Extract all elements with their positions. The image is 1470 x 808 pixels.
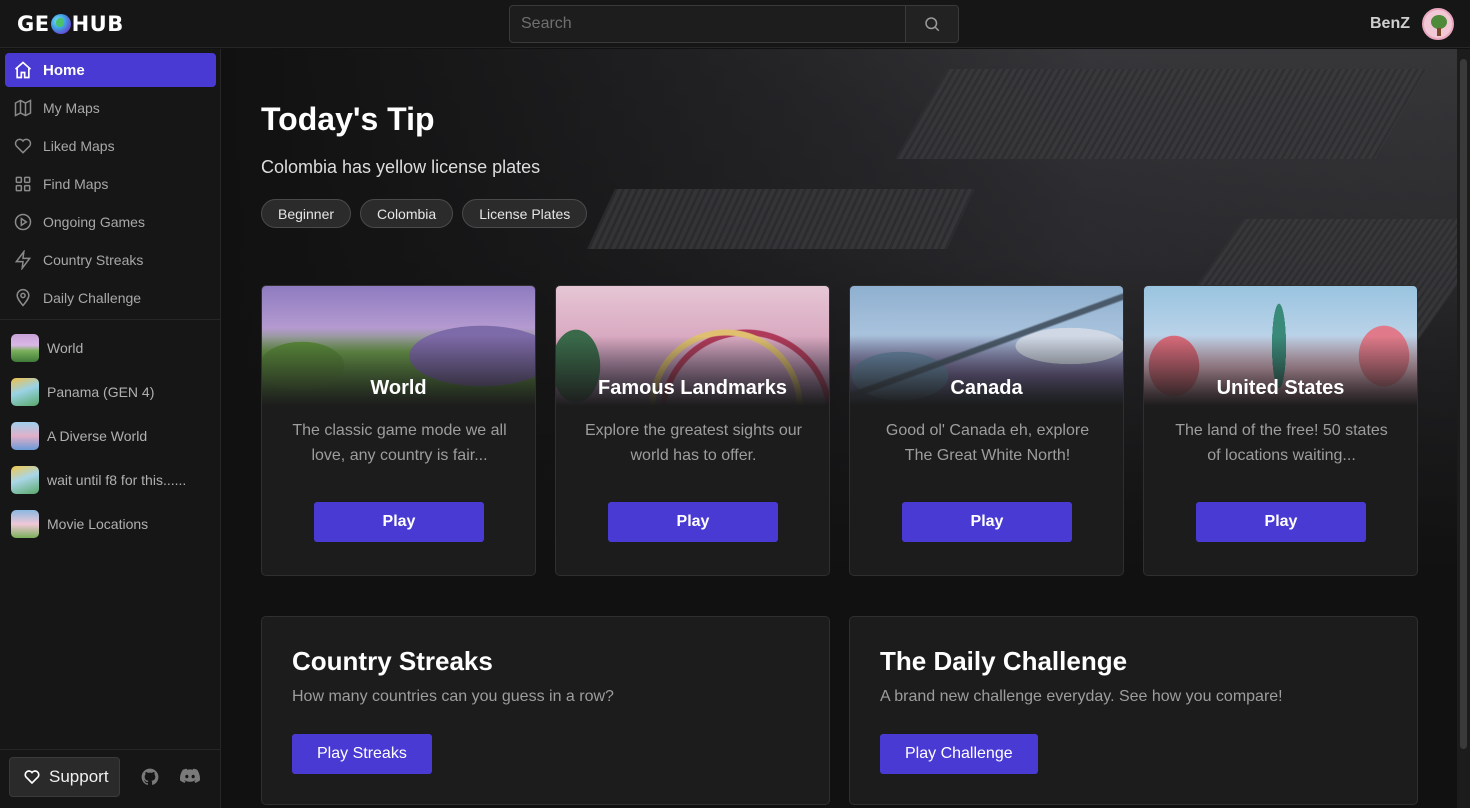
- card-title: Canada: [950, 377, 1023, 399]
- map-thumbnail: [11, 466, 39, 494]
- map-thumbnail: [11, 334, 39, 362]
- globe-icon: [50, 14, 71, 34]
- play-circle-icon: [14, 213, 32, 231]
- daily-challenge-panel: The Daily Challenge A brand new challeng…: [849, 616, 1418, 805]
- search-button[interactable]: [905, 6, 958, 42]
- panel-text: How many countries can you guess in a ro…: [292, 688, 614, 705]
- scrollbar-thumb[interactable]: [1460, 59, 1467, 749]
- map-thumbnail: [11, 510, 39, 538]
- play-challenge-button[interactable]: Play Challenge: [880, 734, 1038, 774]
- sidebar-item-label: Find Maps: [43, 176, 109, 192]
- sidebar-item-liked-maps[interactable]: Liked Maps: [5, 129, 216, 163]
- play-button[interactable]: Play: [608, 502, 778, 542]
- user-menu[interactable]: BenZ: [1370, 8, 1454, 40]
- card-description: The classic game mode we all love, any c…: [292, 422, 507, 464]
- sidebar-map-movie-locations[interactable]: Movie Locations: [11, 509, 216, 539]
- panel-title: Country Streaks: [292, 646, 493, 676]
- github-link[interactable]: [138, 765, 162, 789]
- sidebar-divider: [0, 319, 220, 320]
- logo-text-left: GE: [17, 12, 50, 36]
- sidebar-item-find-maps[interactable]: Find Maps: [5, 167, 216, 201]
- main-content: Today's Tip Colombia has yellow license …: [221, 49, 1457, 808]
- play-button[interactable]: Play: [1196, 502, 1366, 542]
- panel-title: The Daily Challenge: [880, 646, 1128, 676]
- card-description: Good ol' Canada eh, explore The Great Wh…: [885, 422, 1090, 464]
- support-label: Support: [49, 767, 109, 786]
- lightning-icon: [14, 250, 32, 270]
- sidebar-item-label: Daily Challenge: [43, 290, 142, 306]
- tip-title: Today's Tip: [261, 101, 435, 137]
- search-bar: [509, 5, 959, 43]
- map-label: Panama (GEN 4): [47, 384, 155, 400]
- map-thumbnail: [11, 378, 39, 406]
- sidebar-item-daily-challenge[interactable]: Daily Challenge: [5, 281, 216, 315]
- sidebar-bottom-divider: [0, 749, 220, 750]
- heart-icon: [24, 770, 40, 785]
- tag-beginner[interactable]: Beginner: [261, 199, 352, 228]
- game-card-famous-landmarks: Famous Landmarks Explore the greatest si…: [555, 285, 830, 576]
- sidebar-item-label: My Maps: [43, 100, 100, 116]
- search-icon: [925, 17, 940, 32]
- sidebar-map-panama[interactable]: Panama (GEN 4): [11, 377, 216, 407]
- sidebar-item-label: Ongoing Games: [43, 214, 145, 230]
- user-name: BenZ: [1370, 15, 1410, 32]
- sidebar: Home My Maps Liked Maps Find Maps Ongoin…: [0, 49, 221, 808]
- map-icon: [14, 99, 32, 117]
- tag-license-plates[interactable]: License Plates: [462, 199, 588, 228]
- roof-shape: [587, 189, 975, 249]
- geohub-logo[interactable]: GE HUB: [17, 10, 124, 38]
- tag-colombia[interactable]: Colombia: [360, 199, 454, 228]
- map-label: Movie Locations: [47, 516, 149, 532]
- sidebar-item-label: Liked Maps: [43, 138, 115, 154]
- map-thumbnail: [11, 422, 39, 450]
- search-input[interactable]: [510, 6, 905, 42]
- sidebar-map-wait-until-f8[interactable]: wait until f8 for this......: [11, 465, 216, 495]
- sidebar-item-ongoing-games[interactable]: Ongoing Games: [5, 205, 216, 239]
- country-streaks-panel: Country Streaks How many countries can y…: [261, 616, 830, 805]
- discord-link[interactable]: [178, 765, 202, 789]
- github-icon: [141, 768, 159, 785]
- game-card-world: World The classic game mode we all love,…: [261, 285, 536, 576]
- card-description: Explore the greatest sights our world ha…: [584, 422, 802, 464]
- map-label: wait until f8 for this......: [47, 472, 187, 488]
- sidebar-item-label: Home: [43, 61, 85, 79]
- tip-tags: Beginner Colombia License Plates: [261, 199, 588, 228]
- page-scrollbar[interactable]: [1457, 49, 1470, 808]
- card-title: World: [370, 377, 427, 399]
- card-description: The land of the free! 50 states of locat…: [1175, 422, 1388, 464]
- game-card-canada: Canada Good ol' Canada eh, explore The G…: [849, 285, 1124, 576]
- card-title: Famous Landmarks: [598, 377, 787, 399]
- sidebar-item-home[interactable]: Home: [5, 53, 216, 87]
- home-icon: [14, 61, 32, 79]
- top-bar: GE HUB BenZ: [0, 0, 1470, 48]
- avatar[interactable]: [1422, 8, 1454, 40]
- sidebar-map-world[interactable]: World: [11, 333, 216, 363]
- panel-text: A brand new challenge everyday. See how …: [880, 688, 1283, 705]
- play-button[interactable]: Play: [902, 502, 1072, 542]
- location-pin-icon: [16, 288, 30, 307]
- card-title: United States: [1216, 377, 1345, 399]
- sidebar-map-diverse-world[interactable]: A Diverse World: [11, 421, 216, 451]
- tip-text: Colombia has yellow license plates: [261, 157, 541, 177]
- logo-text-right: HUB: [71, 12, 124, 36]
- map-label: World: [47, 340, 84, 356]
- play-streaks-button[interactable]: Play Streaks: [292, 734, 432, 774]
- sidebar-item-label: Country Streaks: [43, 252, 144, 268]
- grid-icon: [15, 176, 31, 192]
- sidebar-item-my-maps[interactable]: My Maps: [5, 91, 216, 125]
- roof-shape: [895, 69, 1427, 159]
- sidebar-item-country-streaks[interactable]: Country Streaks: [5, 243, 216, 277]
- support-button[interactable]: Support: [9, 757, 120, 797]
- discord-icon: [180, 768, 201, 783]
- map-label: A Diverse World: [47, 428, 148, 444]
- play-button[interactable]: Play: [314, 502, 484, 542]
- game-card-united-states: United States The land of the free! 50 s…: [1143, 285, 1418, 576]
- heart-icon: [14, 138, 32, 154]
